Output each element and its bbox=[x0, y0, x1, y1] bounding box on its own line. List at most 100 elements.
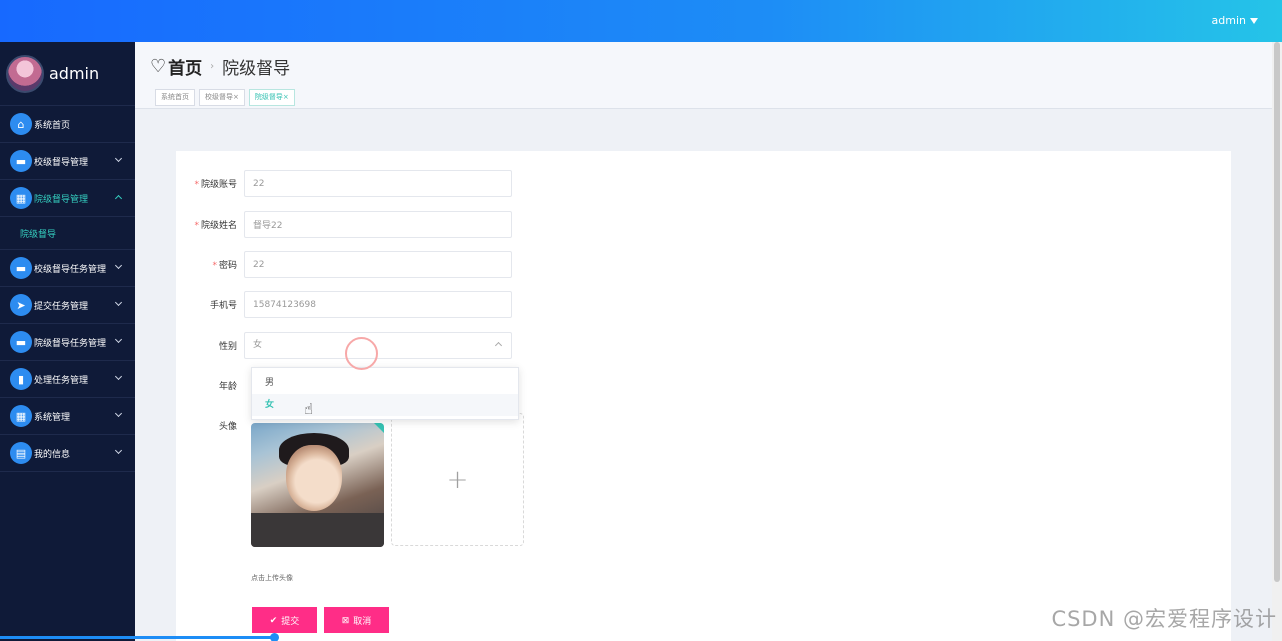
sidebar-item-submit-task[interactable]: ➤ 提交任务管理 bbox=[0, 287, 135, 324]
phone-row: 手机号 bbox=[176, 291, 512, 318]
sidebar-item-label: 院级督导任务管理 bbox=[34, 338, 107, 349]
password-row: * 密码 bbox=[176, 251, 512, 278]
video-progress-bar[interactable] bbox=[0, 633, 279, 641]
tab-college-supervisor[interactable]: 院级督导× bbox=[248, 89, 295, 106]
chevron-down-icon bbox=[114, 409, 123, 418]
chevron-up-icon bbox=[114, 194, 123, 203]
brand: admin bbox=[0, 42, 135, 106]
password-label: * 密码 bbox=[212, 261, 237, 271]
grid-icon: ▦ bbox=[10, 187, 32, 209]
sidebar-item-school-task[interactable]: ▬ 校级督导任务管理 bbox=[0, 250, 135, 287]
breadcrumb: ♡ 首页 › 院级督导 bbox=[150, 54, 290, 79]
gender-row: 性别 女 bbox=[176, 332, 512, 359]
chevron-down-icon bbox=[114, 372, 123, 381]
breadcrumb-current: 院级督导 bbox=[222, 59, 291, 79]
form-card: *院级账号 *院级姓名 *密码 手机号 性别 女 年龄 头像 bbox=[176, 151, 1231, 641]
heart-icon: ♡ bbox=[150, 56, 167, 77]
gender-label: 性别 bbox=[218, 342, 237, 352]
sidebar-item-label: 处理任务管理 bbox=[34, 375, 89, 386]
upload-add-button[interactable]: + bbox=[391, 413, 524, 546]
sidebar-item-label: 提交任务管理 bbox=[34, 301, 89, 312]
main-content: *院级账号 *院级姓名 *密码 手机号 性别 女 年龄 头像 bbox=[135, 110, 1272, 641]
chevron-down-icon bbox=[114, 335, 123, 344]
sidebar-item-home[interactable]: ⌂ 系统首页 bbox=[0, 106, 135, 143]
upload-hint: 点击上传头像 bbox=[251, 574, 293, 582]
avatar-shirt bbox=[251, 513, 384, 547]
send-icon: ➤ bbox=[10, 294, 32, 316]
password-input[interactable] bbox=[244, 251, 512, 278]
card-icon: ▤ bbox=[10, 442, 32, 464]
avatar-face bbox=[286, 445, 342, 511]
sidebar-item-my-info[interactable]: ▤ 我的信息 bbox=[0, 435, 135, 472]
gender-value: 女 bbox=[253, 340, 263, 350]
sidebar-subitem-label: 院级督导 bbox=[20, 229, 57, 240]
brand-name: admin bbox=[49, 64, 100, 83]
avatar-preview[interactable] bbox=[251, 423, 384, 547]
account-input[interactable] bbox=[244, 170, 512, 197]
sidebar-item-label: 校级督导管理 bbox=[34, 157, 89, 168]
gender-select[interactable]: 女 bbox=[244, 332, 512, 359]
avatar-row: 头像 bbox=[176, 412, 244, 439]
sidebar-item-label: 我的信息 bbox=[34, 449, 71, 460]
age-label: 年龄 bbox=[218, 382, 237, 392]
sidebar: admin ⌂ 系统首页 ▬ 校级督导管理 ▦ 院级督导管理 院级督导 ▬ 校级… bbox=[0, 42, 135, 641]
hand-cursor-icon: ☝ bbox=[304, 400, 314, 418]
chevron-down-icon bbox=[114, 298, 123, 307]
loading-ring-icon bbox=[345, 337, 378, 370]
breadcrumb-separator: › bbox=[210, 61, 215, 72]
name-label: * 院级姓名 bbox=[194, 221, 237, 231]
check-icon: ✔ bbox=[269, 614, 278, 625]
tag-bar: 系统首页 校级督导× 院级督导× bbox=[155, 89, 299, 106]
breadcrumb-home[interactable]: 首页 bbox=[168, 54, 202, 79]
caret-down-icon bbox=[1250, 18, 1258, 24]
chart-icon: ▮ bbox=[10, 368, 32, 390]
sidebar-item-label: 校级督导任务管理 bbox=[34, 264, 107, 275]
sidebar-item-process-task[interactable]: ▮ 处理任务管理 bbox=[0, 361, 135, 398]
page-header: ♡ 首页 › 院级督导 系统首页 校级督导× 院级督导× bbox=[135, 42, 1272, 109]
close-box-icon: ⊠ bbox=[341, 614, 350, 625]
monitor-icon: ▬ bbox=[10, 150, 32, 172]
sidebar-item-label: 系统管理 bbox=[34, 412, 71, 423]
avatar-label: 头像 bbox=[218, 422, 237, 432]
chevron-down-icon bbox=[114, 154, 123, 163]
submit-label: 提交 bbox=[281, 615, 300, 626]
account-row: * 院级账号 bbox=[176, 170, 512, 197]
uploaded-check-icon bbox=[374, 423, 384, 433]
chevron-down-icon bbox=[114, 261, 123, 270]
plus-icon: + bbox=[446, 464, 469, 495]
phone-label: 手机号 bbox=[209, 301, 237, 311]
progress-knob[interactable] bbox=[270, 633, 279, 641]
chevron-up-icon bbox=[494, 341, 503, 350]
name-row: * 院级姓名 bbox=[176, 211, 512, 238]
cancel-label: 取消 bbox=[353, 615, 372, 626]
avatar bbox=[6, 54, 44, 93]
chevron-down-icon bbox=[114, 446, 123, 455]
sidebar-subitem-college-supervisor[interactable]: 院级督导 bbox=[0, 217, 135, 250]
sidebar-item-school-supervision[interactable]: ▬ 校级督导管理 bbox=[0, 143, 135, 180]
account-label: * 院级账号 bbox=[194, 180, 237, 190]
monitor-icon: ▬ bbox=[10, 257, 32, 279]
age-row: 年龄 bbox=[176, 372, 244, 399]
user-name: admin bbox=[1211, 14, 1246, 27]
name-input[interactable] bbox=[244, 211, 512, 238]
monitor-icon: ▬ bbox=[10, 331, 32, 353]
watermark: CSDN @宏爱程序设计 bbox=[1051, 607, 1277, 631]
sidebar-item-label: 系统首页 bbox=[34, 120, 71, 131]
home-icon: ⌂ bbox=[10, 113, 32, 135]
tab-school-supervisor[interactable]: 校级督导× bbox=[199, 89, 245, 106]
gender-dropdown: 男 女 bbox=[251, 367, 519, 420]
vertical-scrollbar[interactable] bbox=[1272, 42, 1282, 641]
scrollbar-thumb[interactable] bbox=[1274, 42, 1280, 582]
grid-icon: ▦ bbox=[10, 405, 32, 427]
sidebar-item-label: 院级督导管理 bbox=[34, 194, 89, 205]
sidebar-item-system[interactable]: ▦ 系统管理 bbox=[0, 398, 135, 435]
phone-input[interactable] bbox=[244, 291, 512, 318]
tab-system-home[interactable]: 系统首页 bbox=[155, 89, 195, 106]
sidebar-item-college-supervision[interactable]: ▦ 院级督导管理 bbox=[0, 180, 135, 217]
sidebar-item-college-task[interactable]: ▬ 院级督导任务管理 bbox=[0, 324, 135, 361]
submit-button[interactable]: ✔ 提交 bbox=[252, 607, 317, 633]
gender-option-female[interactable]: 女 bbox=[252, 394, 518, 416]
cancel-button[interactable]: ⊠ 取消 bbox=[324, 607, 389, 633]
gender-option-male[interactable]: 男 bbox=[252, 372, 518, 394]
user-menu[interactable]: admin bbox=[1212, 14, 1258, 27]
